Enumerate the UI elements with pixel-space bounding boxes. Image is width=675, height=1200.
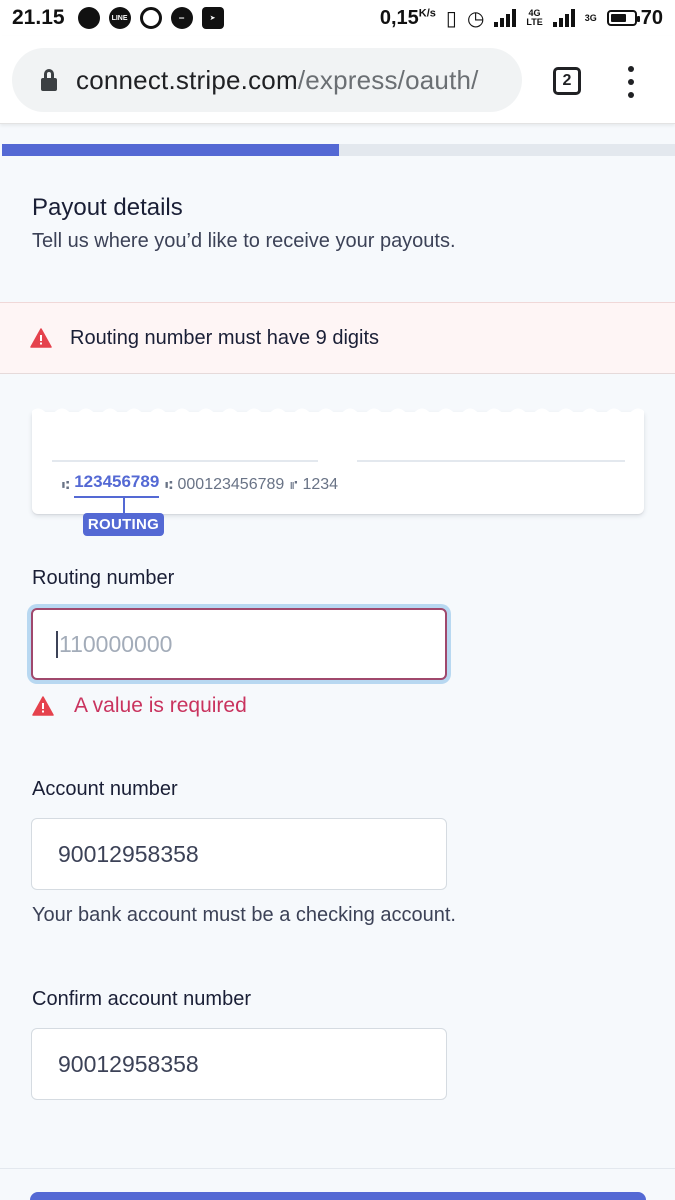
micr-transit-icon: ⑆ [165,478,172,492]
page-subtitle: Tell us where you’d like to receive your… [32,230,456,252]
routing-number-label: Routing number [32,567,175,589]
line-icon: LINE [108,7,131,29]
page-title: Payout details [32,194,183,221]
battery-level: 70 [640,6,663,29]
routing-number-error: A value is required [32,694,247,718]
check-numbers: ⑆ 123456789 ⑆ 000123456789 ⑈ 1234 [56,472,338,498]
text-cursor [56,631,58,658]
more-menu-icon[interactable] [622,66,640,98]
chat-icon [77,7,100,29]
vibrate-icon: ▯ [445,7,457,30]
onboarding-progress [2,144,675,156]
message-icon: ═ [170,7,193,29]
signal-2-icon [552,9,575,27]
footer-divider [0,1168,675,1169]
warning-icon [30,328,52,348]
routing-number-input[interactable] [31,608,447,680]
check-account-number: 000123456789 [177,476,285,493]
micr-onus-icon: ⑈ [290,478,297,492]
account-number-label: Account number [32,778,178,800]
confirm-account-number-input[interactable] [31,1028,447,1100]
status-time: 21.15 [12,6,65,29]
account-number-helper: Your bank account must be a checking acc… [32,904,456,926]
routing-connector [123,498,125,514]
telegram-icon: ➤ [201,7,224,29]
check-routing-number: 123456789 [74,472,160,498]
alarm-icon: ◷ [466,7,485,30]
status-right: 0,15K/s ▯ ◷ 4G LTE 3G 70 [380,6,663,31]
network-4g-label: 4G LTE [526,8,543,27]
hotspot-icon [139,7,162,29]
micr-transit-icon: ⑆ [62,478,69,492]
signal-icon [494,9,517,27]
url-text: connect.stripe.com/express/oauth/ [76,64,479,95]
status-left: 21.15 LINE ═ ➤ [12,6,224,30]
account-number-input[interactable] [31,818,447,890]
check-signature-line [52,460,318,462]
status-bar: 21.15 LINE ═ ➤ 0,15K/s ▯ ◷ 4G LTE 3G 70 [0,0,675,36]
network-3g-label: 3G [584,12,597,23]
error-banner: Routing number must have 9 digits [0,302,675,374]
continue-button[interactable] [30,1192,646,1200]
warning-icon [32,696,54,716]
routing-badge: ROUTING [83,513,164,536]
battery-icon [606,10,640,26]
routing-number-error-text: A value is required [74,694,247,717]
browser-toolbar: connect.stripe.com/express/oauth/ 2 [0,36,675,124]
lock-icon [40,69,58,91]
tab-switcher-button[interactable]: 2 [553,67,581,95]
check-memo-line [357,460,625,462]
progress-fill [2,144,339,156]
net-speed: 0,15K/s [379,6,436,29]
address-bar[interactable]: connect.stripe.com/express/oauth/ [12,48,522,112]
confirm-account-number-label: Confirm account number [32,988,251,1010]
check-number: 1234 [302,476,339,493]
battery: 70 [606,6,663,30]
check-torn-edge [32,408,644,418]
error-banner-message: Routing number must have 9 digits [70,326,380,349]
